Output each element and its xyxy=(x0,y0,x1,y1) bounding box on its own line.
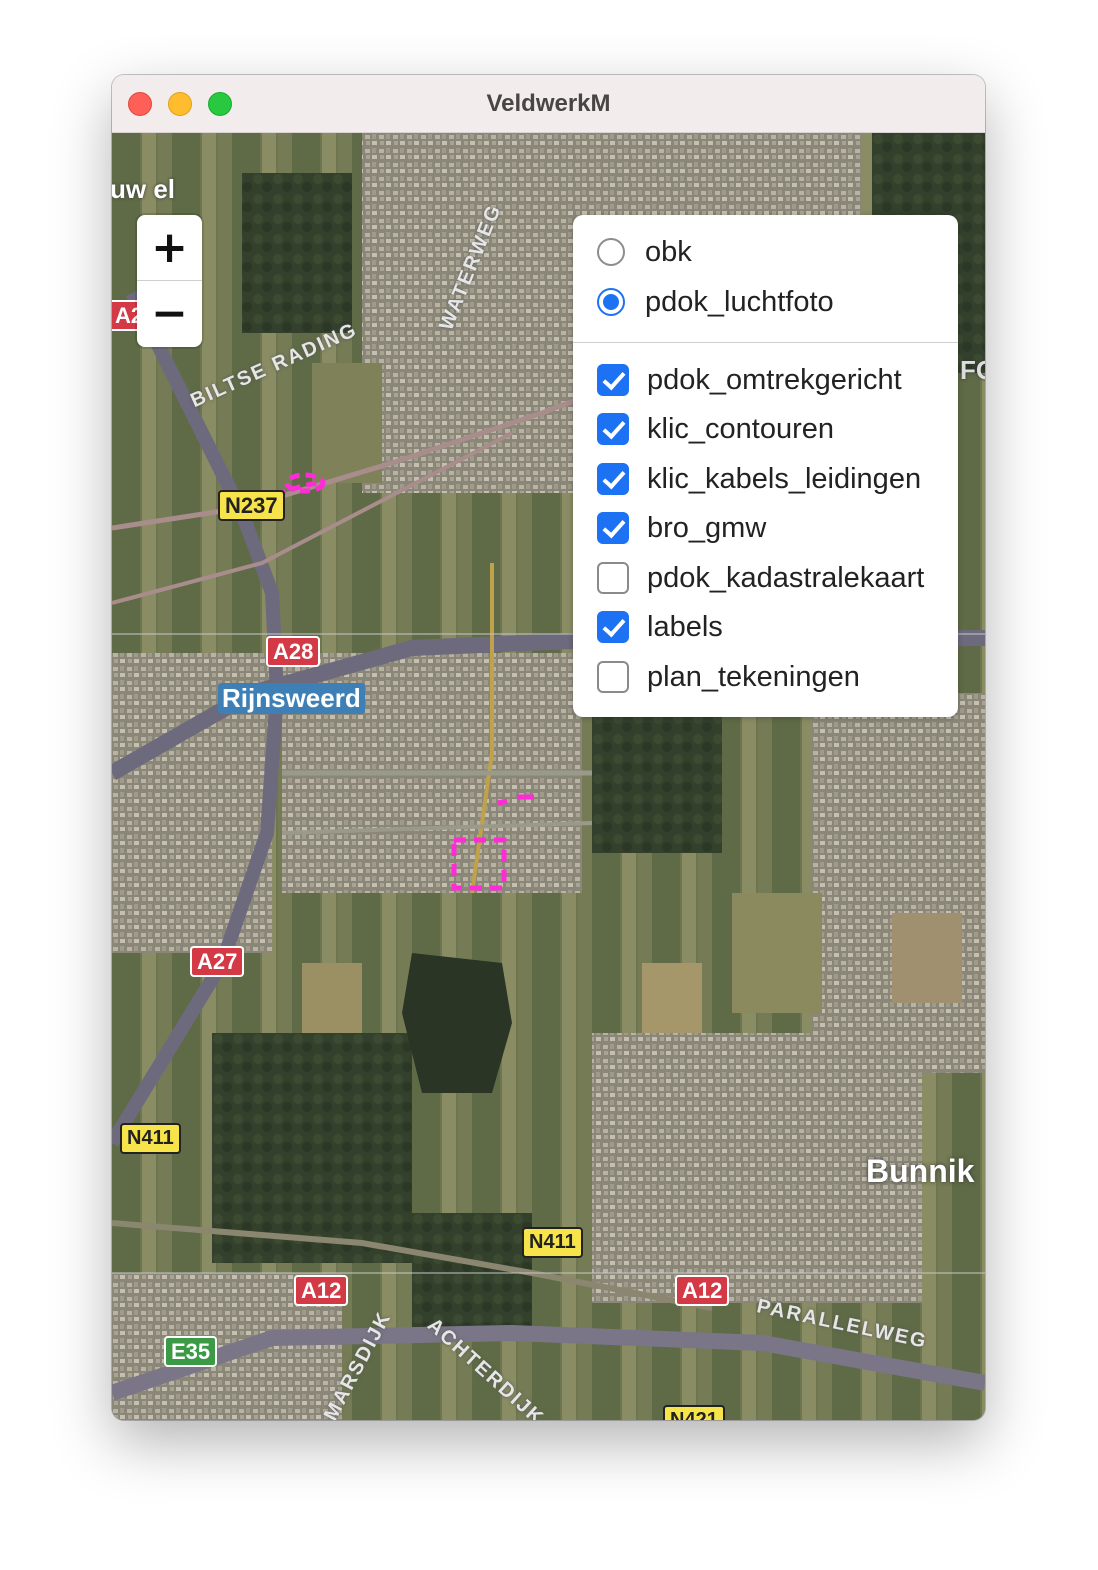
overlay-klic-kabels-leidingen[interactable]: klic_kabels_leidingen xyxy=(597,459,921,499)
overlay-bro-gmw[interactable]: bro_gmw xyxy=(597,508,766,548)
overlay-label: pdok_kadastralekaart xyxy=(647,561,925,594)
overlay-label: pdok_omtrekgericht xyxy=(647,363,902,396)
overlay-pdok-omtrekgericht[interactable]: pdok_omtrekgericht xyxy=(597,360,902,400)
overlay-label: klic_contouren xyxy=(647,412,834,445)
overlay-pdok-kadastralekaart[interactable]: pdok_kadastralekaart xyxy=(597,558,924,598)
zoom-out-button[interactable]: − xyxy=(137,281,202,346)
overlay-labels[interactable]: labels xyxy=(597,607,723,647)
window-title: VeldwerkM xyxy=(486,90,611,117)
place-label: FO xyxy=(960,355,985,385)
place-label: uw el xyxy=(112,174,176,204)
overlay-checkbox[interactable] xyxy=(597,661,629,693)
base-layer-obk[interactable]: obk xyxy=(597,232,692,272)
base-layer-label: obk xyxy=(645,235,692,268)
overlay-label: labels xyxy=(647,610,723,643)
overlay-klic-contouren[interactable]: klic_contouren xyxy=(597,409,834,449)
overlay-checkbox[interactable] xyxy=(597,463,629,495)
road-shield: N421 xyxy=(663,1405,725,1420)
place-label: Rijnsweerd xyxy=(218,683,365,714)
overlay-checkbox[interactable] xyxy=(597,562,629,594)
place-label: Bunnik xyxy=(866,1153,975,1189)
layer-separator xyxy=(573,342,958,343)
road-shield: A12 xyxy=(675,1275,730,1306)
base-layer-radio[interactable] xyxy=(597,288,625,316)
title-bar[interactable]: VeldwerkM xyxy=(112,75,985,133)
base-layer-radio[interactable] xyxy=(597,238,625,266)
overlay-checkbox[interactable] xyxy=(597,413,629,445)
base-layer-label: pdok_luchtfoto xyxy=(645,285,834,318)
road-shield: N411 xyxy=(120,1123,181,1154)
zoom-in-button[interactable]: + xyxy=(137,215,202,281)
map-view[interactable]: A27 A28 A27 N237 N411 N411 A12 A12 E35 N… xyxy=(112,133,985,1420)
overlay-checkbox[interactable] xyxy=(597,364,629,396)
overlay-checkbox[interactable] xyxy=(597,512,629,544)
overlay-label: klic_kabels_leidingen xyxy=(647,462,922,495)
road-shield: A12 xyxy=(294,1275,349,1306)
app-window: VeldwerkM A27 A28 A27 N237 N411 N411 A12… xyxy=(112,75,985,1420)
road-shield: N237 xyxy=(218,490,285,521)
road-shield: E35 xyxy=(164,1336,218,1367)
zoom-control: + − xyxy=(137,215,202,347)
overlay-checkbox[interactable] xyxy=(597,611,629,643)
base-layer-pdok-luchtfoto[interactable]: pdok_luchtfoto xyxy=(597,282,834,322)
overlay-label: plan_tekeningen xyxy=(647,660,860,693)
layer-switcher: obk pdok_luchtfoto pdok_omtrekgericht kl… xyxy=(573,215,958,717)
overlay-label: bro_gmw xyxy=(647,511,767,544)
road-shield: N411 xyxy=(522,1227,583,1258)
overlay-plan-tekeningen[interactable]: plan_tekeningen xyxy=(597,657,860,697)
road-shield: A28 xyxy=(266,636,321,667)
road-shield: A27 xyxy=(190,946,245,977)
